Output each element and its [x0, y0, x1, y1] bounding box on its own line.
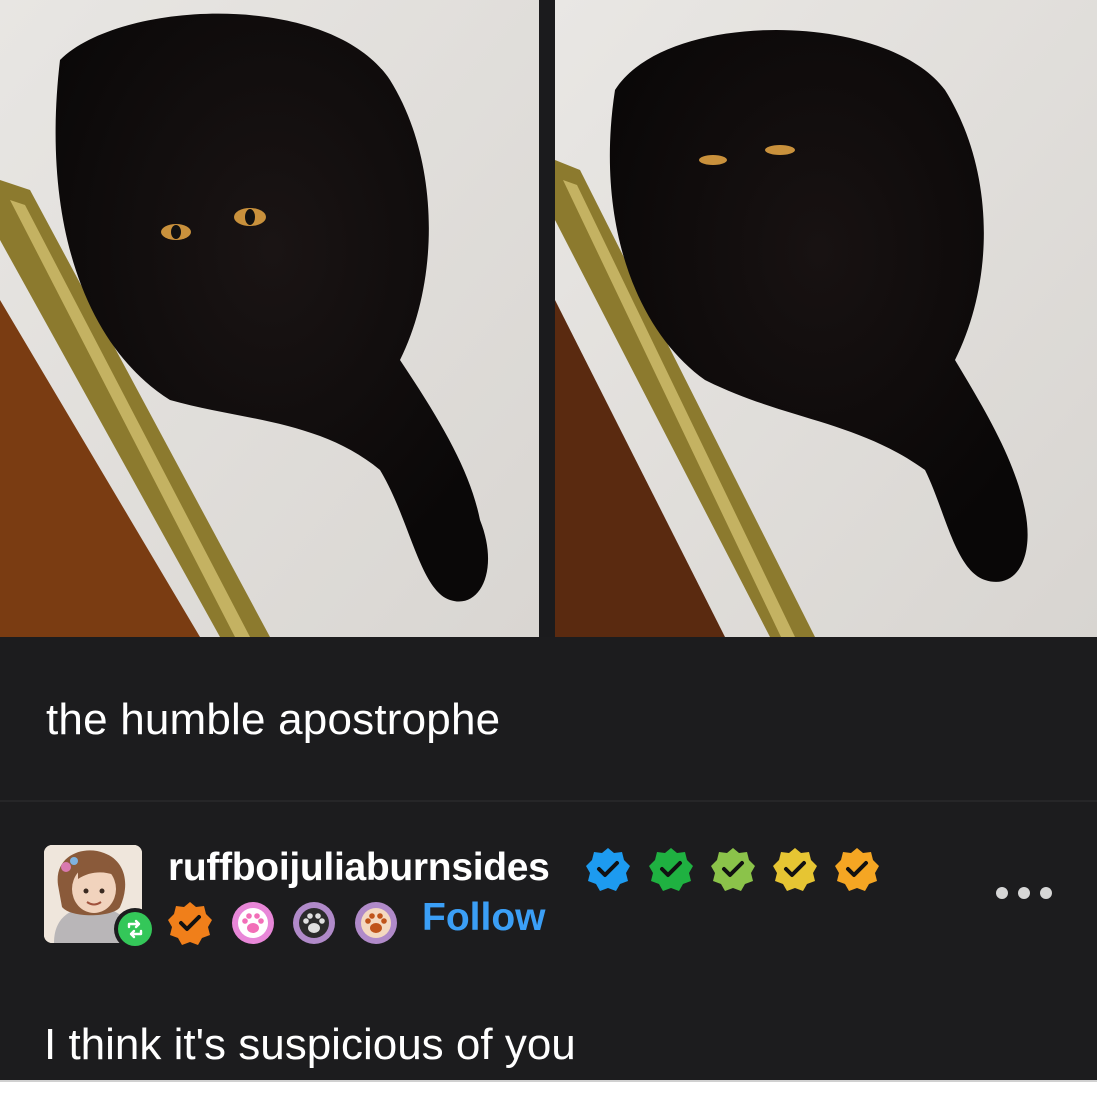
check-badge-icon[interactable] — [585, 846, 631, 892]
post-caption: the humble apostrophe — [46, 695, 501, 744]
divider — [0, 800, 1097, 802]
more-options-icon[interactable] — [996, 878, 1052, 908]
reblog-username[interactable]: ruffboijuliaburnsides — [168, 846, 550, 890]
check-badge-icon[interactable] — [772, 846, 818, 892]
reblog-icon — [118, 912, 152, 946]
dot — [1018, 887, 1030, 899]
bottom-edge — [0, 1082, 1097, 1093]
check-badge-icon[interactable] — [167, 900, 213, 946]
check-badge-icon[interactable] — [834, 846, 880, 892]
dot — [996, 887, 1008, 899]
dot — [1040, 887, 1052, 899]
paw-badge-icon[interactable] — [230, 900, 276, 946]
black-cat-photo-1[interactable] — [0, 0, 539, 637]
follow-button[interactable]: Follow — [422, 896, 545, 940]
post-photoset[interactable] — [0, 0, 1097, 637]
reblog-indicator — [114, 908, 156, 950]
black-cat-photo-2[interactable] — [555, 0, 1097, 637]
paw-badge-icon[interactable] — [353, 900, 399, 946]
reblog-text: I think it's suspicious of you — [44, 1020, 576, 1069]
paw-badge-icon[interactable] — [291, 900, 337, 946]
check-badge-icon[interactable] — [710, 846, 756, 892]
check-badge-icon[interactable] — [648, 846, 694, 892]
